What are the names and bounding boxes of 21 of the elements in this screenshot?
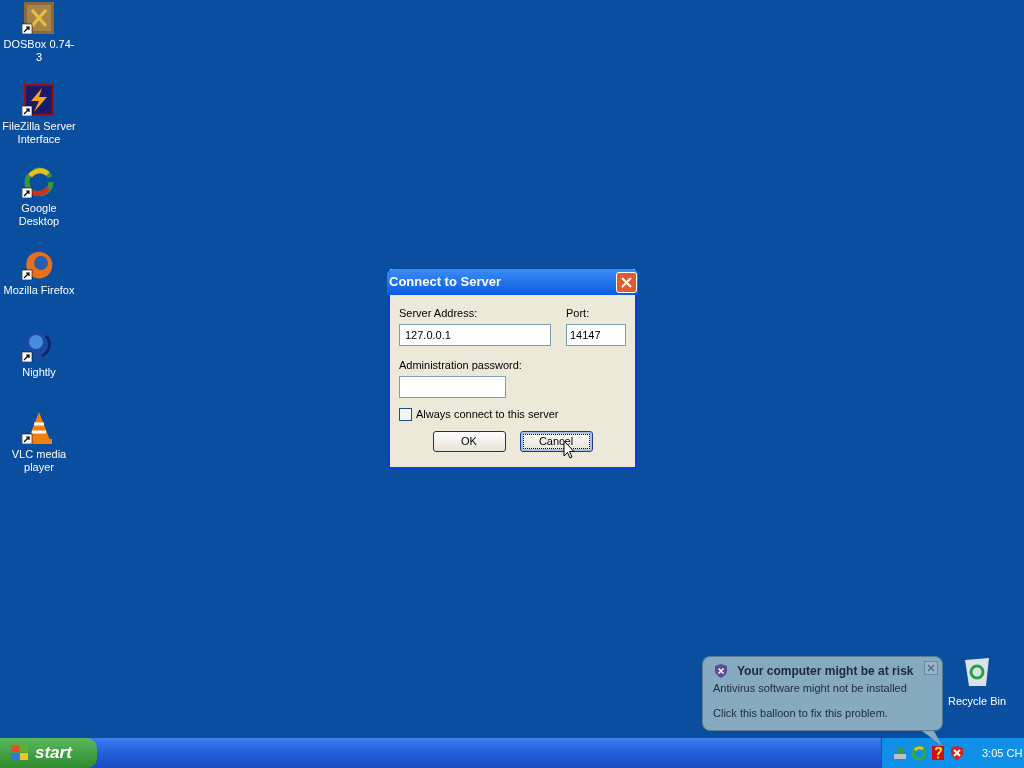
desktop-icon-label[interactable]: VLC media player	[1, 448, 77, 474]
desktop-icon-label[interactable]: Google Desktop	[1, 202, 77, 228]
balloon-text: Antivirus software might not be installed	[713, 682, 908, 695]
window-title: Connect to Server	[389, 273, 501, 292]
clock: 3:05 CH	[982, 745, 1023, 761]
desktop-icon-label[interactable]: FileZilla Server Interface	[1, 120, 77, 146]
port-field[interactable]: 14147	[566, 324, 626, 346]
desktop-icon-label[interactable]: Mozilla Firefox	[1, 284, 77, 297]
field-label: Administration password:	[399, 359, 523, 372]
field-label: Server Address:	[399, 307, 479, 320]
dialog-button[interactable]: Cancel	[519, 430, 593, 452]
server-address-field[interactable]: 127.0.0.1	[399, 324, 551, 346]
desktop-icon-label[interactable]: Recycle Bin	[947, 695, 1007, 708]
checkbox-label[interactable]: Always connect to this server	[416, 406, 559, 423]
balloon-title: Your computer might be at risk	[737, 663, 914, 680]
desktop-icon-label[interactable]: DOSBox 0.74-3	[1, 38, 77, 64]
notification-balloon[interactable]: Your computer might be at risk Antivirus software might not be installed Click this balloon to fix this problem.	[702, 656, 943, 731]
balloon-text: Click this balloon to fix this problem.	[713, 707, 889, 720]
dialog-button[interactable]: OK	[432, 430, 506, 452]
field-label: Port:	[566, 307, 591, 320]
desktop-icon-label[interactable]: Nightly	[1, 366, 77, 379]
